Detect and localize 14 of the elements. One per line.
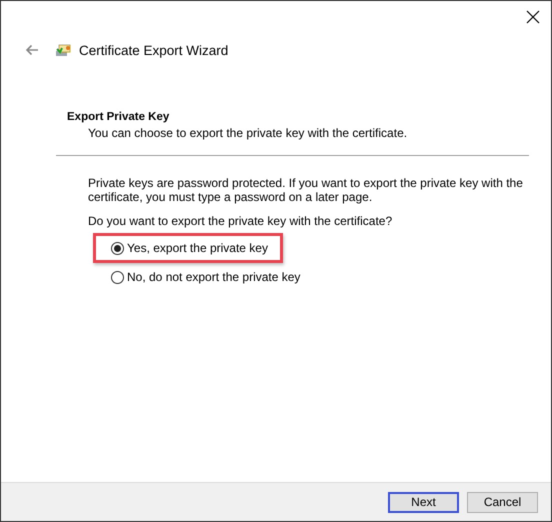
option-label[interactable]: No, do not export the private key	[127, 270, 300, 284]
certificate-icon	[55, 42, 73, 58]
radio-button[interactable]	[111, 242, 124, 254]
page-subheading: You can choose to export the private key with the certificate.	[88, 126, 408, 140]
question-text: Do you want to export the private key with the certificate?	[88, 214, 394, 228]
page-heading: Export Private Key	[67, 111, 170, 123]
back-arrow-icon[interactable]	[25, 44, 39, 56]
info-paragraph: Private keys are password protected. If you want to export the private key with the certificate, you must type a password on a later page.	[88, 176, 524, 204]
radio-button[interactable]	[111, 270, 124, 284]
option-label[interactable]: Yes, export the private key	[127, 241, 268, 255]
window-title: Certificate Export Wizard	[79, 42, 228, 58]
next-button[interactable]: Next	[388, 492, 459, 512]
cancel-button[interactable]: Cancel	[467, 492, 538, 512]
close-icon[interactable]	[525, 9, 541, 25]
